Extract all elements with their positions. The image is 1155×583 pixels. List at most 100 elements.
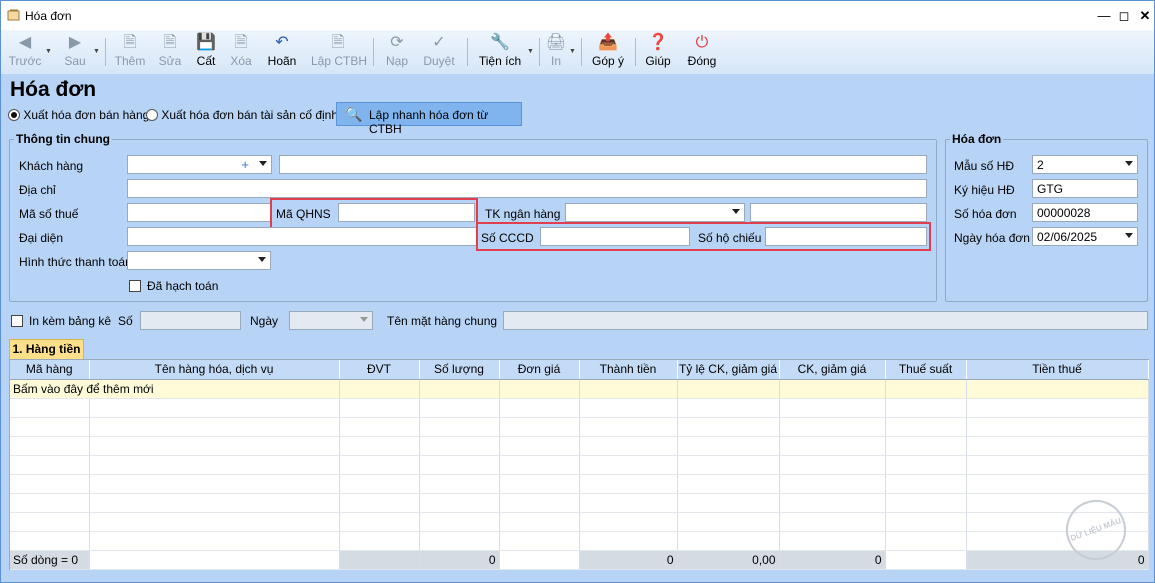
edit-document-icon: 🗎 — [163, 34, 177, 51]
template-combo[interactable]: 2 — [1032, 155, 1138, 174]
radio-sales-icon — [8, 109, 20, 121]
general-info-title: Thông tin chung — [14, 132, 112, 146]
delete-document-icon: 🗎 — [234, 34, 248, 51]
new-document-icon: 🗎 — [123, 34, 137, 51]
table-row[interactable] — [10, 455, 1149, 475]
bank-label: TK ngân hàng — [485, 207, 561, 221]
col-tax[interactable]: Tiền thuế — [966, 360, 1149, 380]
address-label: Địa chỉ — [19, 183, 56, 197]
cccd-input[interactable] — [540, 227, 690, 246]
invoice-date-label: Ngày hóa đơn — [954, 231, 1030, 245]
items-grid: Mã hàng Tên hàng hóa, dịch vụ ĐVT Số lượ… — [9, 359, 1149, 570]
reload-button[interactable]: ⟳ Nạp — [383, 33, 411, 71]
window-title: Hóa đơn — [25, 9, 72, 23]
printer-icon: 🖨 — [545, 34, 567, 51]
common-item-input[interactable] — [503, 311, 1148, 330]
print-with-list-checkbox[interactable] — [11, 315, 23, 327]
next-button[interactable]: ▶ Sau — [59, 33, 91, 71]
tools-icon: 🔧 — [490, 34, 510, 51]
add-new-row[interactable]: Bấm vào đây để thêm mới — [10, 379, 1149, 399]
prev-dropdown-icon[interactable]: ▼ — [45, 48, 52, 55]
symbol-input[interactable]: GTG — [1032, 179, 1138, 198]
invoice-date-picker[interactable]: 02/06/2025 — [1032, 227, 1138, 246]
close-window-icon[interactable]: ✕ — [1136, 7, 1154, 25]
chevron-down-icon — [732, 209, 740, 214]
chevron-down-icon — [258, 257, 266, 262]
feedback-icon: 📤 — [598, 34, 618, 51]
reload-icon: ⟳ — [390, 34, 404, 51]
quick-create-button[interactable]: 🔍 Lập nhanh hóa đơn từ CTBH — [336, 102, 522, 136]
chevron-down-icon — [1125, 233, 1133, 238]
print-button[interactable]: 🖨 In — [545, 33, 567, 71]
payment-combo[interactable] — [127, 251, 271, 270]
cccd-label: Số CCCD — [481, 231, 534, 245]
address-input[interactable] — [127, 179, 927, 198]
col-tax-rate[interactable]: Thuế suất — [885, 360, 967, 380]
table-row[interactable] — [10, 398, 1149, 418]
radio-assets-icon — [146, 109, 158, 121]
feedback-button[interactable]: 📤 Góp ý — [591, 33, 625, 71]
invoice-number-input[interactable]: 00000028 — [1032, 203, 1138, 222]
symbol-label: Ký hiệu HĐ — [954, 183, 1015, 197]
print-dropdown-icon[interactable]: ▼ — [569, 48, 576, 55]
table-row[interactable] — [10, 474, 1149, 494]
representative-input[interactable] — [127, 227, 477, 246]
table-row[interactable] — [10, 512, 1149, 532]
row-count: Số dòng = 0 — [10, 550, 90, 570]
bank-account-combo[interactable] — [565, 203, 745, 222]
create-doc-icon: 🗎 — [331, 34, 345, 51]
total-discount-rate: 0,00 — [677, 550, 780, 570]
list-date-picker[interactable] — [289, 311, 373, 330]
col-unit-price[interactable]: Đơn giá — [499, 360, 580, 380]
customer-label: Khách hàng — [19, 159, 84, 173]
table-row[interactable] — [10, 417, 1149, 437]
grid-footer: Số dòng = 0 0 0 0,00 0 0 — [10, 550, 1149, 570]
maximize-icon[interactable]: ◻ — [1115, 7, 1133, 25]
col-unit[interactable]: ĐVT — [339, 360, 420, 380]
col-item-code[interactable]: Mã hàng — [10, 360, 90, 380]
col-quantity[interactable]: Số lượng — [419, 360, 500, 380]
next-dropdown-icon[interactable]: ▼ — [93, 48, 100, 55]
toolbar: ◀ Trước ▼ ▶ Sau ▼ 🗎 Thêm 🗎 Sửa 💾 Cất 🗎 Xóa ↶ Ho… — [0, 30, 1155, 74]
radio-assets[interactable]: Xuất hóa đơn bán tài sản cố định — [146, 108, 338, 122]
col-discount-rate[interactable]: Tỷ lệ CK, giảm giá — [677, 360, 780, 380]
table-row[interactable] — [10, 531, 1149, 551]
col-amount[interactable]: Thành tiền — [579, 360, 678, 380]
prev-button[interactable]: ◀ Trước — [7, 33, 43, 71]
help-button[interactable]: ❓ Giúp — [643, 33, 673, 71]
bank-name-input[interactable] — [750, 203, 927, 222]
add-button[interactable]: 🗎 Thêm — [113, 33, 147, 71]
list-number-input[interactable] — [140, 311, 241, 330]
delete-button[interactable]: 🗎 Xóa — [227, 33, 255, 71]
customer-code-combo[interactable]: + — [127, 155, 272, 174]
create-ctbh-button[interactable]: 🗎 Lập CTBH — [311, 33, 367, 71]
passport-label: Số hộ chiếu — [698, 231, 762, 245]
edit-button[interactable]: 🗎 Sửa — [155, 33, 185, 71]
invoice-number-label: Số hóa đơn — [954, 207, 1017, 221]
arrow-right-icon: ▶ — [68, 34, 82, 51]
utilities-dropdown-icon[interactable]: ▼ — [527, 48, 534, 55]
col-item-name[interactable]: Tên hàng hóa, dịch vụ — [89, 360, 340, 380]
plus-icon[interactable]: + — [241, 157, 249, 172]
page-title: Hóa đơn — [10, 78, 97, 101]
chevron-down-icon — [1125, 161, 1133, 166]
tax-code-input[interactable] — [127, 203, 271, 222]
save-button[interactable]: 💾 Cất — [193, 33, 219, 71]
table-row[interactable] — [10, 436, 1149, 456]
table-row[interactable] — [10, 493, 1149, 513]
qhns-input[interactable] — [338, 203, 475, 222]
customer-name-input[interactable] — [279, 155, 927, 174]
undo-button[interactable]: ↶ Hoãn — [265, 33, 299, 71]
tab-goods-money[interactable]: 1. Hàng tiền — [9, 339, 84, 359]
approve-button[interactable]: ✓ Duyệt — [421, 33, 457, 71]
posted-checkbox[interactable] — [129, 280, 141, 292]
radio-sales[interactable]: Xuất hóa đơn bán hàng — [8, 108, 149, 122]
minimize-icon[interactable]: — — [1095, 7, 1113, 25]
title-bar: Hóa đơn — ◻ ✕ — [0, 0, 1155, 30]
arrow-left-icon: ◀ — [18, 34, 32, 51]
list-date-label: Ngày — [250, 314, 279, 328]
col-discount[interactable]: CK, giảm giá — [779, 360, 886, 380]
utilities-button[interactable]: 🔧 Tiện ích — [477, 33, 523, 71]
passport-input[interactable] — [765, 227, 927, 246]
close-button[interactable]: ⏻ Đóng — [685, 33, 719, 71]
